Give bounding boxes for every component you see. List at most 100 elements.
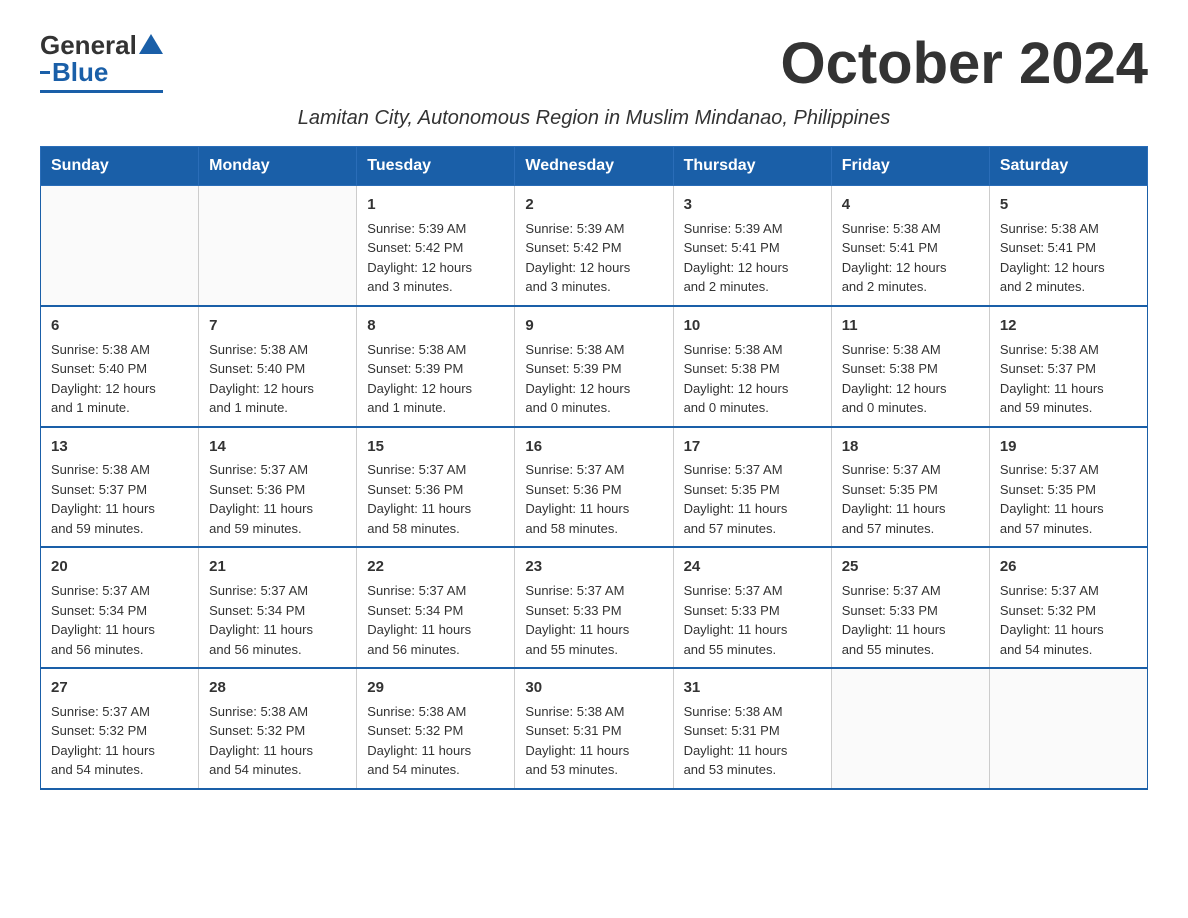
day-number: 3 [684, 194, 821, 216]
calendar-cell: 3 Sunrise: 5:39 AM Sunset: 5:41 PM Daylig… [673, 186, 831, 306]
calendar-cell: 10Sunrise: 5:38 AM Sunset: 5:38 PM Dayli… [673, 306, 831, 427]
day-number: 25 [842, 556, 979, 578]
day-number: 29 [367, 677, 504, 699]
weekday-header-sunday: Sunday [41, 147, 199, 186]
logo-blue-text: Blue [52, 57, 108, 88]
day-info: Sunrise: 5:38 AM Sunset: 5:37 PM Dayligh… [1000, 340, 1137, 418]
calendar-cell: 25 Sunrise: 5:37 AM Sunset: 5:33 PM Dayli… [831, 547, 989, 668]
weekday-header-thursday: Thursday [673, 147, 831, 186]
logo: General Blue [40, 30, 163, 93]
day-info: Sunrise: 5:38 AM Sunset: 5:31 PM Dayligh… [525, 702, 662, 780]
day-info: Sunrise: 5:38 AM Sunset: 5:41 PM Dayligh… [1000, 219, 1137, 297]
calendar-cell: 23Sunrise: 5:37 AM Sunset: 5:33 PM Dayli… [515, 547, 673, 668]
day-info: Sunrise: 5:38 AM Sunset: 5:38 PM Dayligh… [684, 340, 821, 418]
calendar-cell: 28 Sunrise: 5:38 AM Sunset: 5:32 PM Dayli… [199, 668, 357, 789]
day-info: Sunrise: 5:37 AM Sunset: 5:36 PM Dayligh… [209, 460, 346, 538]
day-info: Sunrise: 5:37 AM Sunset: 5:32 PM Dayligh… [51, 702, 188, 780]
calendar-cell: 14Sunrise: 5:37 AM Sunset: 5:36 PM Dayli… [199, 427, 357, 548]
calendar-cell: 11 Sunrise: 5:38 AM Sunset: 5:38 PM Dayli… [831, 306, 989, 427]
day-info: Sunrise: 5:39 AM Sunset: 5:42 PM Dayligh… [367, 219, 504, 297]
day-number: 11 [842, 315, 979, 337]
day-info: Sunrise: 5:37 AM Sunset: 5:35 PM Dayligh… [684, 460, 821, 538]
calendar-cell [831, 668, 989, 789]
day-info: Sunrise: 5:37 AM Sunset: 5:34 PM Dayligh… [367, 581, 504, 659]
calendar-cell: 5 Sunrise: 5:38 AM Sunset: 5:41 PM Daylig… [989, 186, 1147, 306]
day-info: Sunrise: 5:38 AM Sunset: 5:40 PM Dayligh… [51, 340, 188, 418]
day-info: Sunrise: 5:37 AM Sunset: 5:36 PM Dayligh… [367, 460, 504, 538]
subtitle: Lamitan City, Autonomous Region in Musli… [40, 107, 1148, 130]
calendar-cell: 26Sunrise: 5:37 AM Sunset: 5:32 PM Dayli… [989, 547, 1147, 668]
day-number: 31 [684, 677, 821, 699]
logo-triangle-icon [139, 34, 163, 54]
calendar-cell: 21 Sunrise: 5:37 AM Sunset: 5:34 PM Dayli… [199, 547, 357, 668]
day-info: Sunrise: 5:39 AM Sunset: 5:41 PM Dayligh… [684, 219, 821, 297]
calendar-cell: 2 Sunrise: 5:39 AM Sunset: 5:42 PM Daylig… [515, 186, 673, 306]
calendar-cell: 20 Sunrise: 5:37 AM Sunset: 5:34 PM Dayli… [41, 547, 199, 668]
calendar-cell [41, 186, 199, 306]
day-info: Sunrise: 5:37 AM Sunset: 5:34 PM Dayligh… [209, 581, 346, 659]
calendar-cell: 22 Sunrise: 5:37 AM Sunset: 5:34 PM Dayli… [357, 547, 515, 668]
day-info: Sunrise: 5:38 AM Sunset: 5:32 PM Dayligh… [367, 702, 504, 780]
day-number: 13 [51, 436, 188, 458]
day-info: Sunrise: 5:38 AM Sunset: 5:32 PM Dayligh… [209, 702, 346, 780]
calendar-cell: 12 Sunrise: 5:38 AM Sunset: 5:37 PM Dayli… [989, 306, 1147, 427]
day-number: 16 [525, 436, 662, 458]
calendar-cell [989, 668, 1147, 789]
calendar-cell: 7Sunrise: 5:38 AM Sunset: 5:40 PM Daylig… [199, 306, 357, 427]
day-number: 9 [525, 315, 662, 337]
logo-underline [40, 90, 163, 93]
weekday-header-saturday: Saturday [989, 147, 1147, 186]
day-info: Sunrise: 5:38 AM Sunset: 5:37 PM Dayligh… [51, 460, 188, 538]
day-number: 6 [51, 315, 188, 337]
day-number: 19 [1000, 436, 1137, 458]
day-number: 28 [209, 677, 346, 699]
day-number: 20 [51, 556, 188, 578]
day-info: Sunrise: 5:38 AM Sunset: 5:38 PM Dayligh… [842, 340, 979, 418]
calendar-cell: 24Sunrise: 5:37 AM Sunset: 5:33 PM Dayli… [673, 547, 831, 668]
day-info: Sunrise: 5:37 AM Sunset: 5:35 PM Dayligh… [1000, 460, 1137, 538]
calendar-body: 1 Sunrise: 5:39 AM Sunset: 5:42 PM Daylig… [41, 186, 1148, 789]
calendar-cell: 16Sunrise: 5:37 AM Sunset: 5:36 PM Dayli… [515, 427, 673, 548]
day-number: 22 [367, 556, 504, 578]
calendar-table: SundayMondayTuesdayWednesdayThursdayFrid… [40, 146, 1148, 790]
day-info: Sunrise: 5:37 AM Sunset: 5:33 PM Dayligh… [684, 581, 821, 659]
day-number: 5 [1000, 194, 1137, 216]
day-number: 12 [1000, 315, 1137, 337]
day-number: 4 [842, 194, 979, 216]
calendar-week-row: 13Sunrise: 5:38 AM Sunset: 5:37 PM Dayli… [41, 427, 1148, 548]
weekday-header-tuesday: Tuesday [357, 147, 515, 186]
calendar-cell: 30Sunrise: 5:38 AM Sunset: 5:31 PM Dayli… [515, 668, 673, 789]
day-info: Sunrise: 5:38 AM Sunset: 5:41 PM Dayligh… [842, 219, 979, 297]
month-title: October 2024 [780, 30, 1148, 97]
calendar-cell: 17Sunrise: 5:37 AM Sunset: 5:35 PM Dayli… [673, 427, 831, 548]
day-info: Sunrise: 5:38 AM Sunset: 5:39 PM Dayligh… [367, 340, 504, 418]
calendar-cell: 8Sunrise: 5:38 AM Sunset: 5:39 PM Daylig… [357, 306, 515, 427]
calendar-cell: 6 Sunrise: 5:38 AM Sunset: 5:40 PM Daylig… [41, 306, 199, 427]
calendar-header: SundayMondayTuesdayWednesdayThursdayFrid… [41, 147, 1148, 186]
day-info: Sunrise: 5:37 AM Sunset: 5:34 PM Dayligh… [51, 581, 188, 659]
weekday-header-wednesday: Wednesday [515, 147, 673, 186]
calendar-cell: 1 Sunrise: 5:39 AM Sunset: 5:42 PM Daylig… [357, 186, 515, 306]
day-info: Sunrise: 5:37 AM Sunset: 5:35 PM Dayligh… [842, 460, 979, 538]
day-info: Sunrise: 5:38 AM Sunset: 5:39 PM Dayligh… [525, 340, 662, 418]
day-number: 18 [842, 436, 979, 458]
calendar-cell: 9 Sunrise: 5:38 AM Sunset: 5:39 PM Daylig… [515, 306, 673, 427]
day-info: Sunrise: 5:37 AM Sunset: 5:32 PM Dayligh… [1000, 581, 1137, 659]
weekday-header-row: SundayMondayTuesdayWednesdayThursdayFrid… [41, 147, 1148, 186]
day-info: Sunrise: 5:37 AM Sunset: 5:33 PM Dayligh… [842, 581, 979, 659]
day-number: 1 [367, 194, 504, 216]
day-number: 7 [209, 315, 346, 337]
calendar-cell [199, 186, 357, 306]
calendar-cell: 31 Sunrise: 5:38 AM Sunset: 5:31 PM Dayli… [673, 668, 831, 789]
day-info: Sunrise: 5:39 AM Sunset: 5:42 PM Dayligh… [525, 219, 662, 297]
header: General Blue October 2024 [40, 30, 1148, 97]
day-info: Sunrise: 5:37 AM Sunset: 5:33 PM Dayligh… [525, 581, 662, 659]
calendar-cell: 4 Sunrise: 5:38 AM Sunset: 5:41 PM Daylig… [831, 186, 989, 306]
day-number: 2 [525, 194, 662, 216]
day-info: Sunrise: 5:38 AM Sunset: 5:31 PM Dayligh… [684, 702, 821, 780]
calendar-cell: 27 Sunrise: 5:37 AM Sunset: 5:32 PM Dayli… [41, 668, 199, 789]
day-number: 21 [209, 556, 346, 578]
day-number: 27 [51, 677, 188, 699]
weekday-header-friday: Friday [831, 147, 989, 186]
calendar-cell: 18Sunrise: 5:37 AM Sunset: 5:35 PM Dayli… [831, 427, 989, 548]
